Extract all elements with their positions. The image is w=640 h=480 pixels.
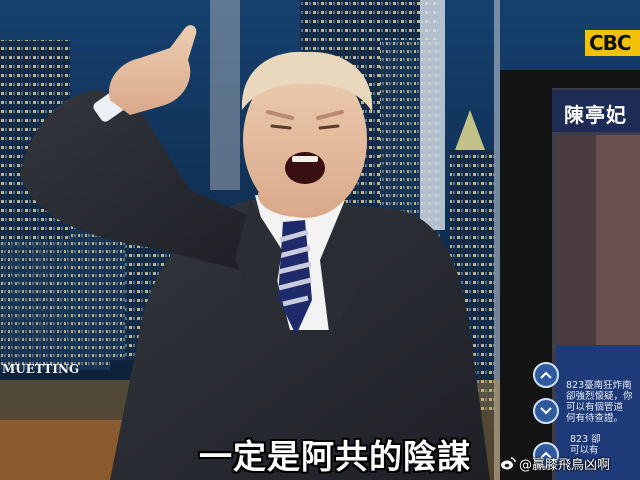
- ticker-line: 何有待查證。: [566, 413, 624, 424]
- monitor-ticker-text: 823臺南狂炸南 卻強烈懷疑，你 可以有個管道 何有待查證。: [566, 380, 640, 426]
- subtitle-caption: 一定是阿共的陰謀: [199, 437, 471, 476]
- ticker-line: 卻強烈懷疑，你: [566, 391, 633, 402]
- building: [0, 240, 110, 370]
- ticker-line: 可以有個管道: [566, 402, 624, 413]
- teeth: [292, 156, 318, 162]
- weibo-watermark: @贏膝飛鳥凶啊: [500, 452, 640, 474]
- channel-logo: CBC: [585, 30, 640, 56]
- background-building-sign: MUETTING: [2, 362, 80, 376]
- monitor-footage: [556, 135, 596, 345]
- chevron-down-icon: [533, 398, 559, 424]
- building: [420, 0, 445, 230]
- chevron-up-icon: [533, 362, 559, 388]
- watermark-handle: @贏膝飛鳥凶啊: [519, 457, 611, 473]
- ticker-line: 823臺南狂炸南: [566, 380, 632, 391]
- monitor-name-banner: 陳亭妃: [564, 102, 627, 127]
- weibo-icon: [501, 457, 516, 470]
- tv-still: CBC MUETTING 陳亭妃 823臺南狂炸南 卻強烈懷疑，你 可以有個管道…: [0, 0, 640, 480]
- studio-pillar: [210, 0, 240, 190]
- ticker-line: 823 卻: [570, 434, 601, 445]
